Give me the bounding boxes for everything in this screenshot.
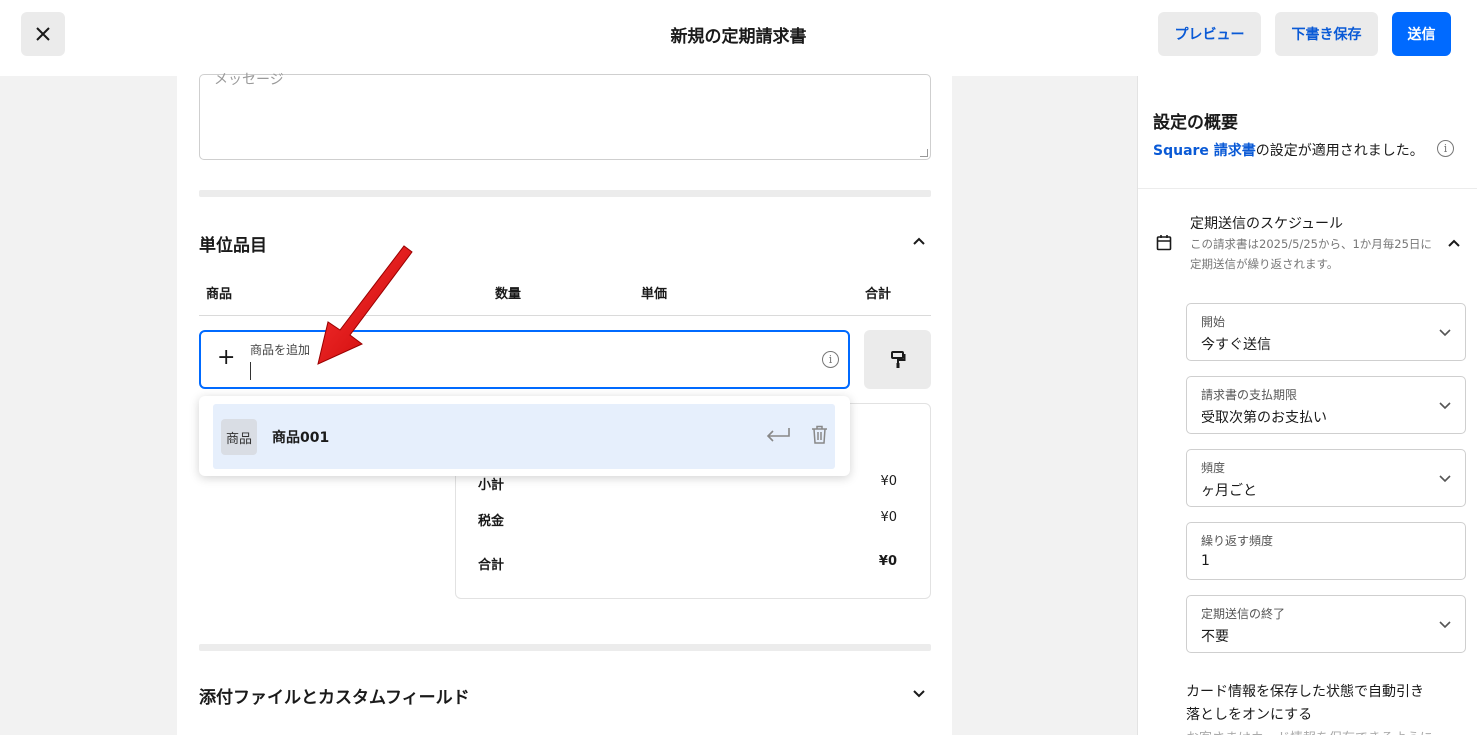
resize-grip[interactable] — [920, 149, 928, 157]
column-header-quantity: 数量 — [495, 287, 522, 302]
item-thumbnail: 商品 — [221, 419, 257, 455]
message-placeholder: メッセージ — [214, 72, 284, 88]
column-header-total: 合計 — [865, 287, 892, 302]
item-suggestions-dropdown: 商品 商品001 — [199, 396, 850, 476]
field-value: ヶ月ごと — [1201, 483, 1257, 499]
chevron-down-icon — [1439, 621, 1451, 629]
autopay-description: お客さまはカード情報を保存できるように — [1186, 727, 1436, 735]
field-label: 請求書の支払期限 — [1201, 388, 1298, 402]
chevron-up-icon[interactable] — [912, 234, 926, 248]
paint-roller-icon — [890, 350, 905, 368]
settings-panel: 設定の概要 Square 請求書の設定が適用されました。 i 定期送信のスケジュ… — [1137, 76, 1477, 735]
field-label: 開始 — [1201, 315, 1226, 329]
section-divider — [199, 190, 931, 197]
info-icon[interactable]: i — [822, 351, 839, 368]
preview-button[interactable]: プレビュー — [1158, 12, 1261, 56]
field-value: 1 — [1201, 553, 1210, 569]
subtotal-value: ¥0 — [880, 474, 897, 489]
square-invoices-link[interactable]: Square 請求書 — [1153, 143, 1256, 159]
invoice-form: メッセージ 単位品目 商品 数量 単価 合計 + 商品を追加 i 小計 ¥0 税… — [177, 72, 952, 735]
plus-icon: + — [217, 345, 236, 370]
chevron-down-icon — [1439, 402, 1451, 410]
chevron-down-icon — [1439, 329, 1451, 337]
tax-value: ¥0 — [880, 510, 897, 525]
chevron-up-icon[interactable] — [1447, 236, 1461, 250]
chevron-down-icon[interactable] — [912, 687, 926, 701]
subtotal-label: 小計 — [478, 478, 505, 493]
save-draft-button[interactable]: 下書き保存 — [1275, 12, 1378, 56]
payment-due-select[interactable]: 請求書の支払期限 受取次第のお支払い — [1186, 376, 1466, 434]
text-caret — [250, 362, 251, 380]
send-button[interactable]: 送信 — [1392, 12, 1451, 56]
field-value: 今すぐ送信 — [1201, 337, 1271, 353]
calendar-icon — [1156, 235, 1172, 251]
schedule-description: この請求書は2025/5/25から、1か月毎25日に定期送信が繰り返されます。 — [1190, 237, 1432, 271]
settings-applied-text: Square 請求書の設定が適用されました。 — [1153, 140, 1424, 160]
message-textarea[interactable]: メッセージ — [199, 72, 931, 160]
red-arrow-annotation — [317, 245, 413, 365]
field-label: 繰り返す頻度 — [1201, 534, 1274, 548]
attachments-title: 添付ファイルとカスタムフィールド — [199, 688, 470, 708]
field-value: 不要 — [1201, 629, 1229, 645]
total-label: 合計 — [478, 558, 505, 573]
customize-button[interactable] — [864, 330, 931, 389]
trash-icon[interactable] — [811, 425, 828, 444]
chevron-down-icon — [1439, 475, 1451, 483]
field-value: 受取次第のお支払い — [1201, 410, 1327, 426]
frequency-select[interactable]: 頻度 ヶ月ごと — [1186, 449, 1466, 507]
end-recurrence-select[interactable]: 定期送信の終了 不要 — [1186, 595, 1466, 653]
suggestion-item[interactable]: 商品 商品001 — [213, 404, 835, 469]
schedule-title: 定期送信のスケジュール — [1190, 216, 1344, 232]
section-divider — [199, 644, 931, 651]
top-bar: 新規の定期請求書 プレビュー 下書き保存 送信 — [0, 0, 1477, 76]
repeat-interval-input[interactable]: 繰り返す頻度 1 — [1186, 522, 1466, 580]
applied-suffix: の設定が適用されました。 — [1255, 143, 1424, 159]
settings-title: 設定の概要 — [1153, 113, 1238, 133]
autopay-label: カード情報を保存した状態で自動引き落としをオンにする — [1186, 684, 1424, 723]
add-item-input[interactable]: + 商品を追加 i — [199, 330, 850, 389]
settings-divider — [1138, 188, 1477, 189]
field-label: 頻度 — [1201, 461, 1226, 475]
column-header-unit-price: 単価 — [641, 287, 668, 302]
enter-icon — [766, 428, 790, 442]
line-items-title: 単位品目 — [199, 236, 267, 256]
info-icon[interactable]: i — [1437, 140, 1454, 157]
column-header-item: 商品 — [206, 287, 233, 302]
start-select[interactable]: 開始 今すぐ送信 — [1186, 303, 1466, 361]
field-label: 定期送信の終了 — [1201, 607, 1286, 621]
total-value: ¥0 — [878, 554, 897, 569]
tax-label: 税金 — [478, 514, 505, 529]
item-name: 商品001 — [272, 430, 330, 446]
